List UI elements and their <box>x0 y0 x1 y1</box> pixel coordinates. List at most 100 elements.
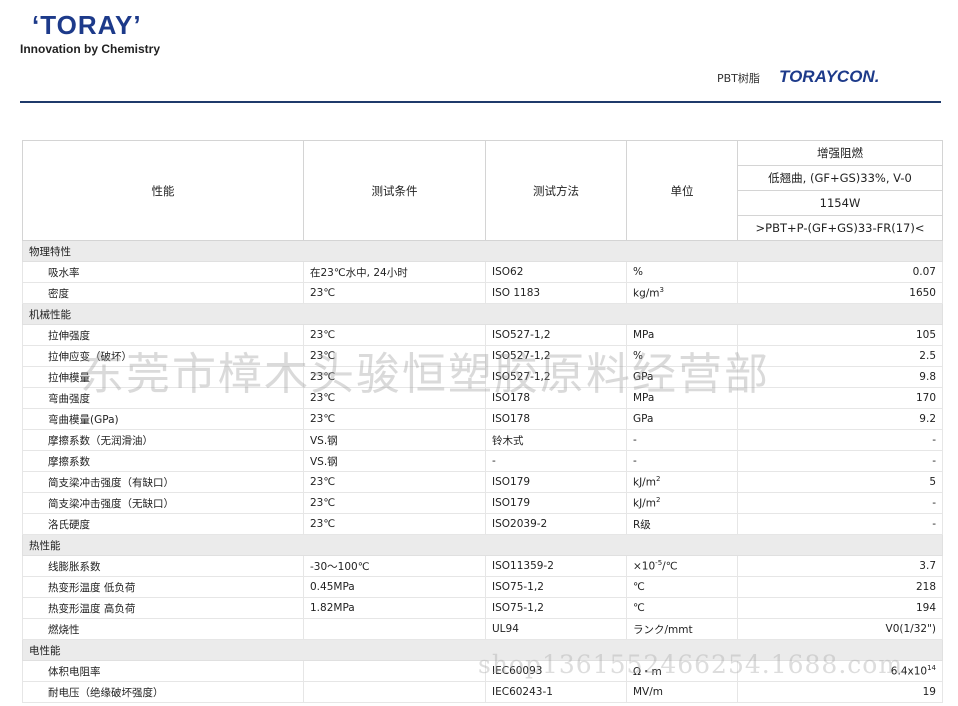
unit-cell-text: kg/m <box>633 287 660 300</box>
unit-cell-text: MV/m <box>633 686 664 698</box>
property-cell: 简支梁冲击强度（有缺口） <box>22 471 304 493</box>
method-cell: IEC60093 <box>485 660 627 682</box>
unit-cell: kJ/m2 <box>626 492 738 514</box>
condition-cell: 23℃ <box>303 366 486 388</box>
value-cell-text: 9.8 <box>919 371 936 383</box>
condition-cell: -30～100℃ <box>303 555 486 577</box>
section-title: 热性能 <box>22 534 943 556</box>
unit-cell-text: % <box>633 266 643 278</box>
table-row: 拉伸强度 23℃ ISO527-1,2 MPa 105 <box>22 324 943 346</box>
value-cell: 218 <box>737 576 943 598</box>
method-cell-text: IEC60243-1 <box>492 686 553 698</box>
method-cell-text: ISO11359-2 <box>492 560 554 572</box>
product-type: PBT树脂 <box>717 72 760 85</box>
value-cell: - <box>737 492 943 514</box>
unit-cell-text: kJ/m <box>633 476 656 489</box>
property-cell: 弯曲模量(GPa) <box>22 408 304 430</box>
unit-cell-text: MPa <box>633 329 655 341</box>
property-cell: 热变形温度 低负荷 <box>22 576 304 598</box>
unit-cell-text: GPa <box>633 413 654 425</box>
value-cell-text: 6.4x10 <box>890 665 928 678</box>
table-row: 密度 23℃ ISO 1183 kg/m3 1650 <box>22 282 943 304</box>
condition-cell <box>303 681 486 703</box>
value-cell: 2.5 <box>737 345 943 367</box>
property-cell: 拉伸应变（破坏） <box>22 345 304 367</box>
method-cell-text: ISO62 <box>492 266 524 278</box>
condition-cell: 在23℃水中, 24小时 <box>303 261 486 283</box>
property-cell-text: 线膨胀系数 <box>48 560 101 573</box>
value-cell-text: 2.5 <box>919 350 936 362</box>
condition-cell: 23℃ <box>303 513 486 535</box>
unit-cell-text: - <box>633 455 637 467</box>
toray-logo: ‘TORAY’ <box>32 10 142 40</box>
method-cell: ISO527-1,2 <box>485 324 627 346</box>
property-cell-text: 摩擦系数（无润滑油） <box>48 434 153 447</box>
unit-cell: - <box>626 450 738 472</box>
table-row: 线膨胀系数 -30～100℃ ISO11359-2 ×10-5/℃ 3.7 <box>22 555 943 577</box>
value-cell-text: - <box>932 497 936 509</box>
condition-cell-text: 在23℃水中, 24小时 <box>310 266 408 279</box>
table-row: 耐电压（绝缘破坏强度） IEC60243-1 MV/m 19 <box>22 681 943 703</box>
property-cell-text: 耐电压（绝缘破坏强度） <box>48 686 164 699</box>
method-cell-text: UL94 <box>492 623 519 635</box>
value-cell-text: 170 <box>915 392 936 404</box>
property-cell-text: 摩擦系数 <box>48 455 90 468</box>
condition-cell <box>303 618 486 640</box>
property-cell: 摩擦系数（无润滑油） <box>22 429 304 451</box>
table-row: 热变形温度 高负荷 1.82MPa ISO75-1,2 ℃ 194 <box>22 597 943 619</box>
table-row: 燃烧性 UL94 ランク/mmt V0(1/32") <box>22 618 943 640</box>
header-grade-code: 1154W <box>737 190 943 216</box>
property-cell: 简支梁冲击强度（无缺口） <box>22 492 304 514</box>
method-cell-text: ISO178 <box>492 392 531 404</box>
section-title: 机械性能 <box>22 303 943 325</box>
property-cell-text: 燃烧性 <box>48 623 80 636</box>
condition-cell-text: 23℃ <box>310 392 336 404</box>
method-cell: ISO178 <box>485 408 627 430</box>
value-cell-text: V0(1/32") <box>885 623 936 635</box>
header-grade-description: 低翘曲, (GF+GS)33%, V-0 <box>737 165 943 191</box>
condition-cell-text: VS.钢 <box>310 455 338 468</box>
condition-cell: 23℃ <box>303 471 486 493</box>
unit-cell-text: ℃ <box>633 581 645 593</box>
property-cell: 摩擦系数 <box>22 450 304 472</box>
method-cell-text: 铃木式 <box>492 434 524 447</box>
condition-cell-text: 1.82MPa <box>310 602 355 614</box>
section-header: 物理特性 <box>22 240 943 262</box>
unit-cell: ℃ <box>626 576 738 598</box>
unit-cell: ×10-5/℃ <box>626 555 738 577</box>
condition-cell: 23℃ <box>303 324 486 346</box>
property-cell: 拉伸模量 <box>22 366 304 388</box>
property-cell: 热变形温度 高负荷 <box>22 597 304 619</box>
property-cell-text: 洛氏硬度 <box>48 518 90 531</box>
unit-cell-text: R级 <box>633 518 651 531</box>
condition-cell: 23℃ <box>303 387 486 409</box>
property-cell-text: 拉伸应变（破坏） <box>48 350 132 363</box>
section-header: 热性能 <box>22 534 943 556</box>
condition-cell: 1.82MPa <box>303 597 486 619</box>
property-cell-text: 拉伸强度 <box>48 329 90 342</box>
method-cell-text: IEC60093 <box>492 665 543 677</box>
value-cell-text: - <box>932 518 936 530</box>
value-cell-text: - <box>932 434 936 446</box>
method-cell: ISO2039-2 <box>485 513 627 535</box>
property-cell: 燃烧性 <box>22 618 304 640</box>
unit-cell: MPa <box>626 324 738 346</box>
header-condition: 测试条件 <box>303 140 486 241</box>
unit-cell: ℃ <box>626 597 738 619</box>
header-grade-category: 增强阻燃 <box>737 140 943 166</box>
method-cell: ISO527-1,2 <box>485 345 627 367</box>
unit-cell: kJ/m2 <box>626 471 738 493</box>
method-cell-text: ISO179 <box>492 476 531 488</box>
method-cell-text: ISO527-1,2 <box>492 329 551 341</box>
value-cell-text: 3.7 <box>919 560 936 572</box>
method-cell: UL94 <box>485 618 627 640</box>
unit-cell-text: - <box>633 434 637 446</box>
unit-cell-text: MPa <box>633 392 655 404</box>
unit-cell: - <box>626 429 738 451</box>
table-row: 热变形温度 低负荷 0.45MPa ISO75-1,2 ℃ 218 <box>22 576 943 598</box>
method-cell-text: ISO527-1,2 <box>492 371 551 383</box>
method-cell: ISO178 <box>485 387 627 409</box>
table-row: 简支梁冲击强度（有缺口） 23℃ ISO179 kJ/m2 5 <box>22 471 943 493</box>
property-cell: 体积电阻率 <box>22 660 304 682</box>
method-cell-text: ISO178 <box>492 413 531 425</box>
